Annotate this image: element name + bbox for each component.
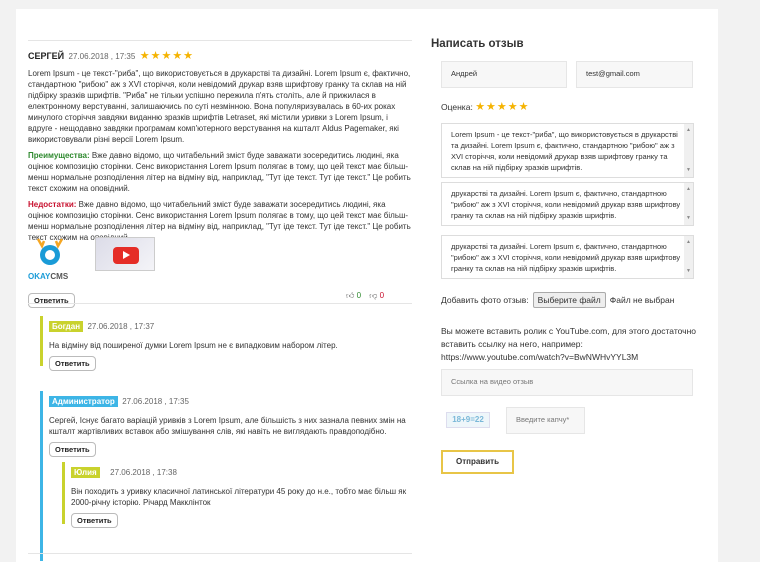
review-cons: Недостатки: Вже давно відомо, що читабел…	[28, 199, 412, 243]
cons-textarea[interactable]: друкарстві та дизайні. Lorem Ipsum є, фа…	[441, 235, 694, 279]
photo-upload-row: Добавить фото отзыв: Выберите файл Файл …	[441, 292, 674, 308]
dislike-count: 0	[379, 291, 385, 300]
reply-date: 27.06.2018 , 17:37	[87, 322, 155, 331]
reply-text: На відміну від поширеної думки Lorem Ips…	[49, 341, 338, 350]
cons-label: Недостатки:	[28, 200, 77, 209]
review-textarea-text: Lorem Ipsum - це текст-"риба", що викори…	[451, 130, 678, 172]
photo-label: Добавить фото отзыв:	[441, 295, 529, 305]
divider	[28, 303, 412, 304]
review-header: СЕРГЕЙ 27.06.2018 , 17:35 ★★★★★	[28, 46, 412, 64]
file-status: Файл не выбран	[609, 295, 675, 305]
reply-date: 27.06.2018 , 17:38	[110, 468, 177, 477]
reply-button[interactable]: Ответить	[49, 356, 96, 371]
captcha-image: 18+9=22	[446, 412, 490, 428]
rating-stars[interactable]: ★★★★★	[475, 101, 529, 113]
review-pros: Преимущества: Вже давно відомо, що читаб…	[28, 150, 412, 194]
email-field[interactable]: test@gmail.com	[576, 61, 693, 88]
video-link-input[interactable]: Ссылка на видео отзыв	[441, 369, 693, 396]
reply-date: 27.06.2018 , 17:35	[122, 397, 189, 406]
video-thumbnail[interactable]	[95, 237, 155, 271]
okaycms-logo-image[interactable]: OKAYCMS	[28, 237, 72, 281]
reply-author: Богдан	[49, 321, 84, 332]
okaycms-logo-icon	[36, 238, 64, 265]
logo-text: OKAYCMS	[28, 272, 72, 281]
pros-label: Преимущества:	[28, 151, 90, 160]
youtube-play-icon	[113, 247, 139, 264]
logo-text-okay: OKAY	[28, 272, 51, 281]
file-choose-button[interactable]: Выберите файл	[532, 292, 606, 308]
form-title: Написать отзыв	[431, 38, 524, 50]
reply-author: Юлия	[71, 467, 100, 478]
review-votes: 👍︎ 0 👎︎ 0	[346, 291, 384, 301]
rating-row: Оценка: ★★★★★	[441, 100, 530, 113]
submit-button[interactable]: Отправить	[441, 450, 514, 474]
reply-item: Богдан 27.06.2018 , 17:37 На відміну від…	[40, 316, 410, 371]
dislike-icon[interactable]: 👎︎	[369, 291, 377, 300]
cons-textarea-text: друкарстві та дизайні. Lorem Ipsum є, фа…	[451, 242, 681, 273]
youtube-hint: Вы можете вставить ролик с YouTube.com, …	[441, 326, 697, 362]
reply-text: Сергей, Існує багато варіацій уривків з …	[49, 416, 406, 436]
logo-text-cms: CMS	[50, 272, 69, 281]
review-actions: Ответить	[28, 290, 75, 308]
scrollbar[interactable]	[684, 236, 693, 278]
review-textarea[interactable]: Lorem Ipsum - це текст-"риба", що викори…	[441, 123, 694, 178]
review-form: Написать отзыв	[431, 38, 696, 50]
scrollbar[interactable]	[684, 183, 693, 225]
scrollbar[interactable]	[684, 124, 693, 177]
review-author: СЕРГЕЙ	[28, 51, 65, 61]
pros-textarea-text: друкарстві та дизайні. Lorem Ipsum є, фа…	[451, 189, 681, 220]
name-field[interactable]: Андрей	[441, 61, 567, 88]
review-list: СЕРГЕЙ 27.06.2018 , 17:35 ★★★★★ Lorem Ip…	[28, 40, 412, 243]
like-count: 0	[356, 291, 362, 300]
reply-button[interactable]: Ответить	[28, 293, 75, 308]
review-stars: ★★★★★	[139, 50, 195, 62]
like-icon[interactable]: 👍︎	[346, 291, 354, 300]
rating-label: Оценка:	[441, 102, 473, 112]
review-date: 27.06.2018 , 17:35	[68, 52, 136, 61]
reply-item: Юлия 27.06.2018 , 17:38 Він походить з у…	[62, 462, 414, 528]
divider-bottom	[28, 553, 412, 554]
reply-button[interactable]: Ответить	[71, 513, 118, 528]
reply-author: Администратор	[49, 396, 118, 407]
review-text: Lorem Ipsum - це текст-"риба", що викори…	[28, 69, 411, 144]
cons-text: Вже давно відомо, що читабельний зміст б…	[28, 200, 411, 242]
pros-textarea[interactable]: друкарстві та дизайні. Lorem Ipsum є, фа…	[441, 182, 694, 226]
captcha-input[interactable]: Введите капчу*	[506, 407, 585, 434]
reply-text: Він походить з уривку класичної латинськ…	[71, 487, 407, 507]
reply-button[interactable]: Ответить	[49, 442, 96, 457]
divider-top	[28, 40, 412, 41]
